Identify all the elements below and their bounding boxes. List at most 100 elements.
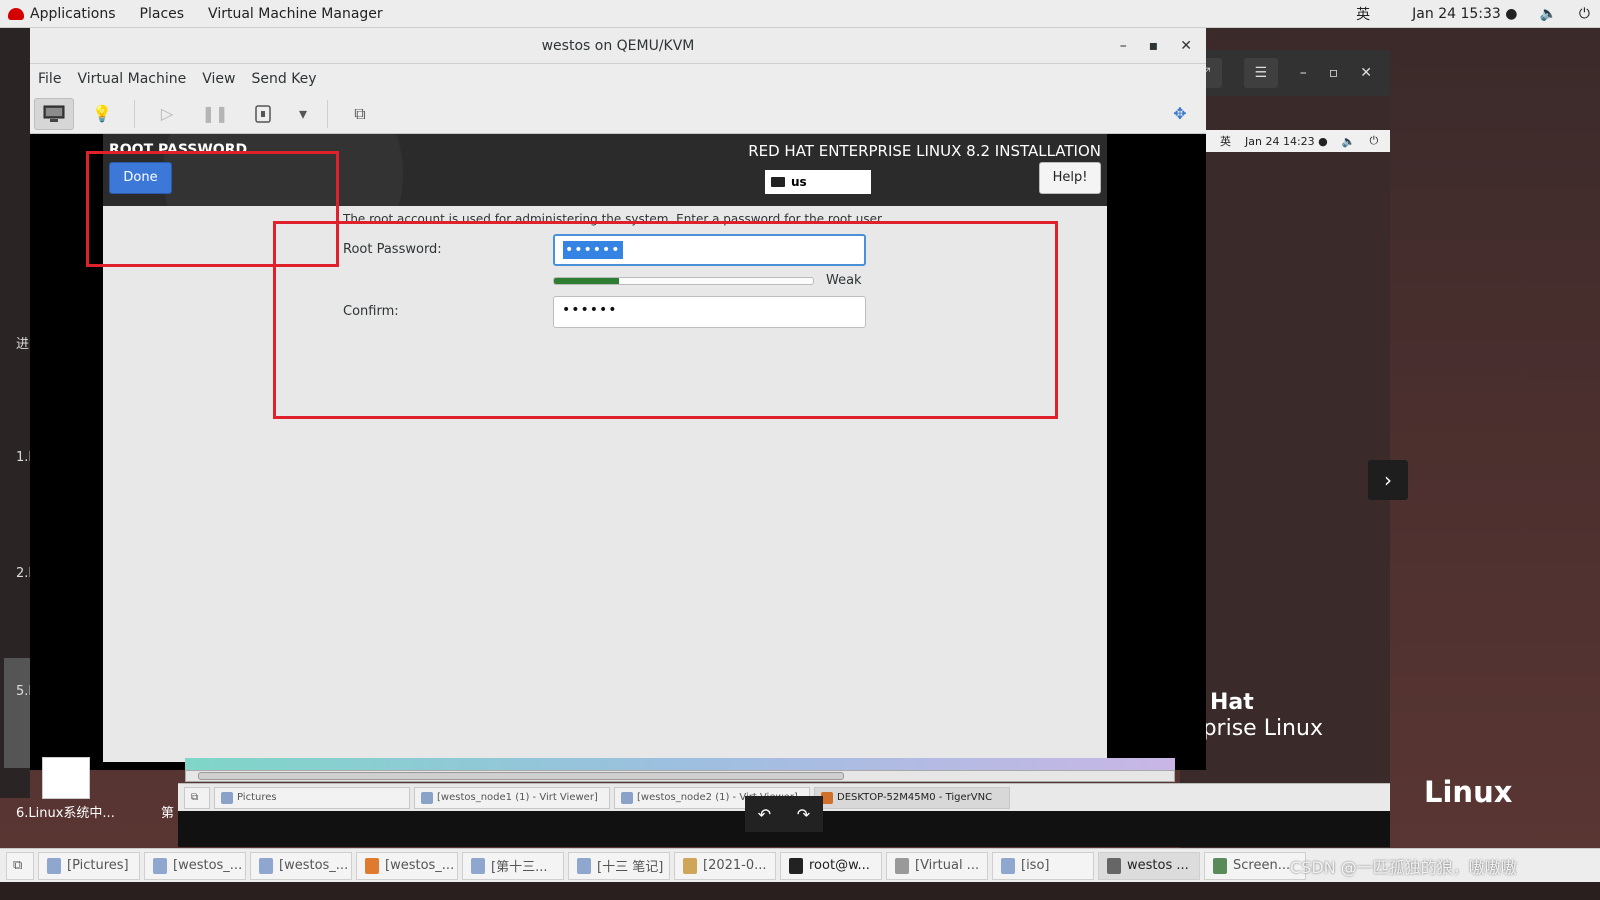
edit-icon xyxy=(683,857,697,874)
redo-arrow-icon[interactable]: ↷ xyxy=(797,805,810,824)
snapshots-icon[interactable]: ⧉ xyxy=(340,98,380,130)
maximize-icon[interactable]: ▫ xyxy=(1329,65,1339,81)
minimize-icon[interactable]: – xyxy=(1120,28,1127,64)
taskbar-item[interactable]: [2021-0... xyxy=(674,851,776,880)
taskbar-item-label: westos ... xyxy=(1127,858,1189,873)
keyboard-layout-label: us xyxy=(791,175,807,189)
taskbar-item[interactable]: [westos_... xyxy=(144,851,246,880)
taskbar-item-label: [westos_... xyxy=(385,858,455,873)
pause-icon[interactable]: ❚❚ xyxy=(195,98,235,130)
inner-task-pictures[interactable]: Pictures xyxy=(214,786,410,809)
input-method-indicator[interactable]: 英 xyxy=(1356,4,1370,24)
inner-clock: Jan 24 14:23 ● xyxy=(1245,134,1328,148)
close-icon[interactable]: ✕ xyxy=(1360,65,1372,81)
clock[interactable]: Jan 24 15:33 ● xyxy=(1412,6,1517,22)
taskbar-item-label: [westos_... xyxy=(173,858,243,873)
menu-file[interactable]: File xyxy=(30,71,69,87)
show-desktop-icon[interactable]: ⧉ xyxy=(6,851,34,880)
shutdown-dropdown-icon[interactable]: ▾ xyxy=(291,98,315,130)
power-icon[interactable]: ⏻ xyxy=(1579,6,1590,22)
desktop-file-label[interactable]: 6.Linux系统中... xyxy=(16,802,115,821)
toolbar-separator xyxy=(327,99,328,128)
maximize-icon[interactable]: ▪ xyxy=(1149,28,1159,64)
taskbar-item-label: [iso] xyxy=(1021,858,1050,873)
taskbar-item-label: [第十三... xyxy=(491,860,548,875)
resize-to-vm-icon[interactable]: ✥ xyxy=(1160,98,1200,130)
inner-ime: 英 xyxy=(1220,135,1231,148)
monitor-icon xyxy=(259,857,273,874)
console-view-icon[interactable] xyxy=(34,97,74,130)
close-icon[interactable]: ✕ xyxy=(1180,28,1192,64)
folder-icon xyxy=(47,857,61,874)
applications-menu[interactable]: Applications xyxy=(24,6,128,22)
vnc-control-overlay[interactable]: ↶ ↷ xyxy=(745,796,823,832)
taskbar-item[interactable]: [westos_... xyxy=(250,851,352,880)
scrollbar-thumb[interactable] xyxy=(198,772,844,780)
next-arrow-icon[interactable]: › xyxy=(1368,460,1408,500)
toolbar-separator xyxy=(134,99,135,128)
inner-show-desktop-icon[interactable]: ⧉ xyxy=(184,786,210,809)
redhat-logo-icon xyxy=(8,7,24,20)
monitor-icon xyxy=(421,791,433,804)
taskbar-item-label: Screen... xyxy=(1233,858,1291,873)
shutdown-icon[interactable] xyxy=(243,98,283,130)
menu-virtual-machine[interactable]: Virtual Machine xyxy=(69,71,194,87)
viewer-strip xyxy=(185,758,1175,770)
keyboard-layout-indicator[interactable]: us xyxy=(765,170,871,194)
taskbar-item[interactable]: [十三 笔记] xyxy=(568,851,670,880)
window-title: westos on QEMU/KVM xyxy=(541,38,695,54)
taskbar-item[interactable]: [westos_... xyxy=(356,851,458,880)
screenshot-icon xyxy=(1213,857,1227,874)
details-lightbulb-icon[interactable]: 💡 xyxy=(82,98,122,130)
taskbar-item[interactable]: root@w... xyxy=(780,851,882,880)
top-panel: Applications Places Virtual Machine Mana… xyxy=(0,0,1600,28)
places-menu[interactable]: Places xyxy=(128,6,197,22)
inner-task-label: [westos_node1 (1) - Virt Viewer] xyxy=(437,792,598,803)
taskbar-item-label: [westos_... xyxy=(279,858,349,873)
volume-icon[interactable]: 🔈 xyxy=(1539,6,1556,22)
keyboard-icon xyxy=(771,177,785,187)
virt-manager-icon xyxy=(895,857,909,874)
taskbar-item[interactable]: [第十三... xyxy=(462,851,564,880)
terminal-icon xyxy=(789,857,803,874)
monitor-icon xyxy=(153,857,167,874)
run-icon[interactable]: ▷ xyxy=(147,98,187,130)
document-thumbnail[interactable] xyxy=(42,757,90,799)
active-app-name[interactable]: Virtual Machine Manager xyxy=(196,6,395,22)
background-vnc-window[interactable]: ⤢ ☰ – ▫ ✕ 英 Jan 24 14:23 ● 🔈 ⏻ › Hat erp… xyxy=(1180,50,1408,870)
folder-icon xyxy=(221,791,233,804)
left-block xyxy=(4,658,30,768)
taskbar-item-label: [十三 笔记] xyxy=(597,860,664,875)
horizontal-scrollbar[interactable] xyxy=(185,770,1175,782)
taskbar-item[interactable]: [Virtual ... xyxy=(886,851,988,880)
taskbar-item-active[interactable]: westos ... xyxy=(1098,851,1200,880)
menu-send-key[interactable]: Send Key xyxy=(243,71,324,87)
menu-icon[interactable]: ☰ xyxy=(1243,58,1278,88)
linux-logo-text: Linux xyxy=(1424,775,1513,809)
taskbar-item-label: [Pictures] xyxy=(67,858,129,873)
logo-text-hat: Hat xyxy=(1210,690,1254,715)
tigervnc-icon xyxy=(365,857,379,874)
help-button[interactable]: Help! xyxy=(1039,162,1101,194)
inner-task-label: DESKTOP-52M45M0 - TigerVNC xyxy=(837,792,993,803)
document-icon xyxy=(471,857,485,874)
inner-task-tigervnc[interactable]: DESKTOP-52M45M0 - TigerVNC xyxy=(814,786,1010,809)
window-titlebar: westos on QEMU/KVM – ▪ ✕ xyxy=(30,28,1206,64)
taskbar-item-label: [2021-0... xyxy=(703,858,767,873)
monitor-icon xyxy=(621,791,633,804)
minimize-icon[interactable]: – xyxy=(1300,65,1307,81)
folder-icon xyxy=(1001,857,1015,874)
inner-task-label: Pictures xyxy=(237,792,277,803)
document-icon xyxy=(577,857,591,874)
menu-view[interactable]: View xyxy=(194,71,243,87)
watermark: CSDN @一匹孤独的狼，嗷嗷嗷 xyxy=(1290,858,1517,877)
taskbar-item-label: [Virtual ... xyxy=(915,858,980,873)
menubar: File Virtual Machine View Send Key xyxy=(30,64,1206,94)
taskbar-item[interactable]: [Pictures] xyxy=(38,851,140,880)
undo-arrow-icon[interactable]: ↶ xyxy=(758,805,771,824)
taskbar-item[interactable]: [iso] xyxy=(992,851,1094,880)
installation-title: RED HAT ENTERPRISE LINUX 8.2 INSTALLATIO… xyxy=(748,142,1101,160)
inner-task-node1[interactable]: [westos_node1 (1) - Virt Viewer] xyxy=(414,786,610,809)
annotation-box-password xyxy=(273,221,1058,419)
desktop-file-label[interactable]: 第 xyxy=(161,802,174,821)
